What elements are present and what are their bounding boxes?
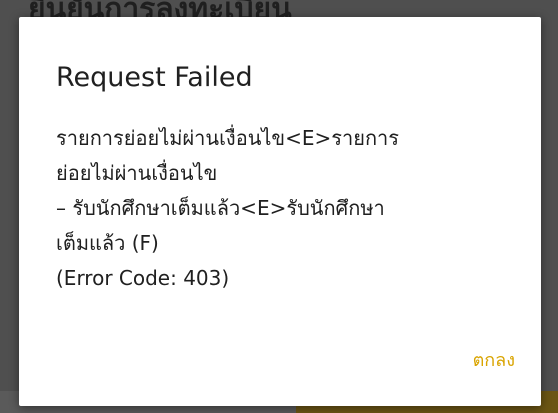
error-dialog: Request Failed รายการย่อยไม่ผ่านเงื่อนไข… [19, 17, 541, 406]
dialog-message-line: เต็มแล้ว (F) [56, 231, 159, 255]
dialog-message: รายการย่อยไม่ผ่านเงื่อนไข<E>รายการ ย่อยไ… [56, 121, 516, 296]
dialog-message-line: – รับนักศึกษาเต็มแล้ว<E>รับนักศึกษา [56, 196, 385, 220]
ok-button[interactable]: ตกลง [467, 341, 521, 378]
dialog-message-line: รายการย่อยไม่ผ่านเงื่อนไข<E>รายการ [56, 126, 400, 150]
screen: ยืนยันการลงทะเบียน ว Request Failed รายก… [0, 0, 558, 413]
dialog-message-line: (Error Code: 403) [56, 266, 230, 290]
dialog-message-line: ย่อยไม่ผ่านเงื่อนไข [56, 161, 218, 185]
dialog-title: Request Failed [56, 62, 253, 93]
